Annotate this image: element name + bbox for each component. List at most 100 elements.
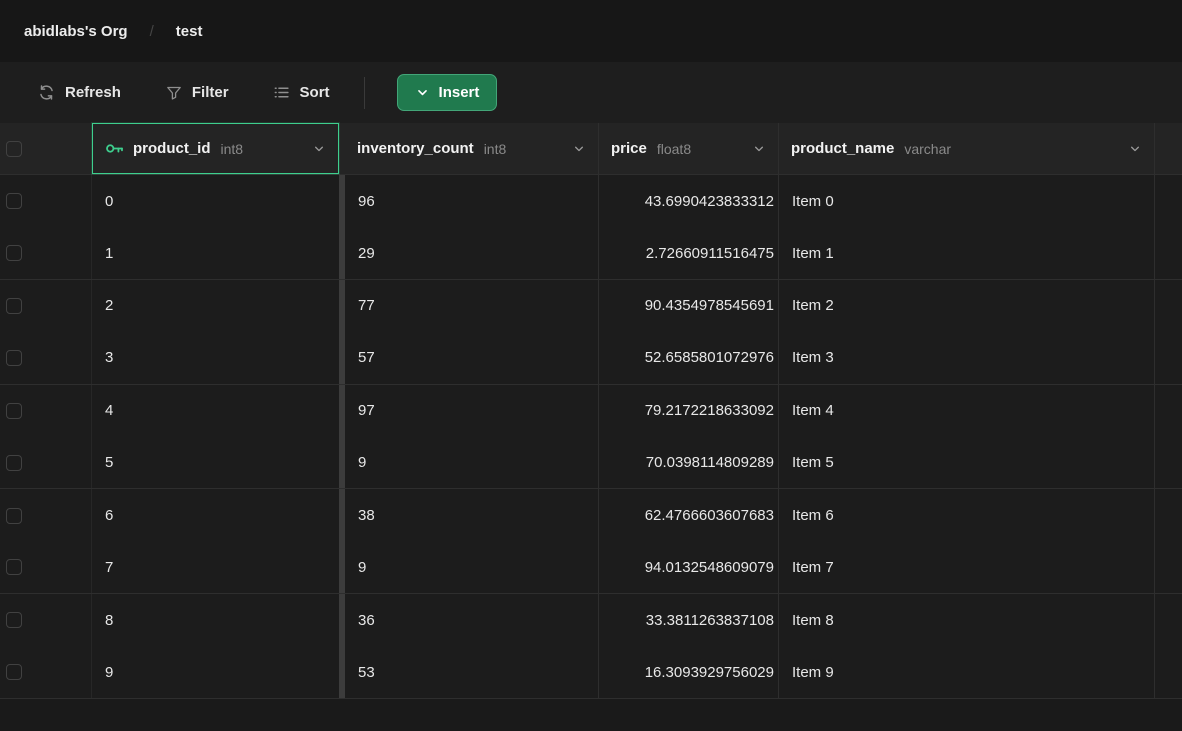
cell-product-id[interactable]: 5: [92, 437, 339, 488]
cell-product-id[interactable]: 3: [92, 332, 339, 383]
row-checkbox[interactable]: [6, 664, 22, 680]
footer-bar: [0, 699, 1182, 731]
column-menu-chevron-icon[interactable]: [312, 142, 326, 156]
cell-product-id[interactable]: 7: [92, 542, 339, 593]
row-select-cell: [0, 227, 92, 278]
cell-product-name[interactable]: Item 4: [779, 385, 1155, 437]
refresh-button[interactable]: Refresh: [38, 84, 121, 101]
cell-inventory-count[interactable]: 9: [345, 542, 599, 593]
cell-price[interactable]: 2.72660911516475: [599, 227, 779, 278]
cell-product-name[interactable]: Item 5: [779, 437, 1155, 488]
select-all-cell: [0, 123, 92, 174]
table-body: 0 96 43.6990423833312 Item 0 1 29 2.7266…: [0, 175, 1182, 699]
row-select-cell: [0, 437, 92, 488]
cell-product-id[interactable]: 0: [92, 175, 339, 227]
cell-inventory-count[interactable]: 96: [345, 175, 599, 227]
cell-price[interactable]: 52.6585801072976: [599, 332, 779, 383]
sort-button[interactable]: Sort: [273, 84, 330, 101]
row-checkbox[interactable]: [6, 403, 22, 419]
cell-product-id[interactable]: 9: [92, 647, 339, 698]
table-row: 0 96 43.6990423833312 Item 0: [0, 175, 1182, 227]
sort-icon: [273, 84, 290, 101]
filter-button[interactable]: Filter: [166, 84, 229, 101]
table-row: 1 29 2.72660911516475 Item 1: [0, 227, 1182, 279]
column-type: float8: [657, 141, 691, 157]
header-filler: [1155, 123, 1182, 174]
cell-inventory-count[interactable]: 29: [345, 227, 599, 278]
primary-key-icon: [105, 139, 124, 158]
refresh-icon: [38, 84, 55, 101]
row-select-cell: [0, 647, 92, 698]
insert-button[interactable]: Insert: [397, 74, 498, 111]
column-menu-chevron-icon[interactable]: [1128, 142, 1142, 156]
cell-inventory-count[interactable]: 9: [345, 437, 599, 488]
table-row: 2 77 90.4354978545691 Item 2: [0, 280, 1182, 332]
cell-product-name[interactable]: Item 7: [779, 542, 1155, 593]
breadcrumb-separator: /: [150, 23, 154, 40]
row-checkbox[interactable]: [6, 455, 22, 471]
filter-icon: [166, 85, 182, 101]
table-row: 7 9 94.0132548609079 Item 7: [0, 542, 1182, 594]
cell-product-name[interactable]: Item 1: [779, 227, 1155, 278]
cell-inventory-count[interactable]: 36: [345, 594, 599, 646]
column-type: int8: [221, 141, 244, 157]
cell-inventory-count[interactable]: 97: [345, 385, 599, 437]
row-checkbox[interactable]: [6, 508, 22, 524]
column-header-price[interactable]: price float8: [599, 123, 779, 174]
column-type: varchar: [904, 141, 951, 157]
cell-product-name[interactable]: Item 0: [779, 175, 1155, 227]
breadcrumb-table[interactable]: test: [176, 23, 203, 40]
cell-product-id[interactable]: 2: [92, 280, 339, 332]
top-bar: abidlabs's Org / test: [0, 0, 1182, 62]
row-select-cell: [0, 280, 92, 332]
cell-price[interactable]: 70.0398114809289: [599, 437, 779, 488]
cell-product-id[interactable]: 4: [92, 385, 339, 437]
chevron-down-icon: [415, 85, 430, 100]
sort-label: Sort: [300, 84, 330, 101]
cell-product-name[interactable]: Item 6: [779, 489, 1155, 541]
cell-product-id[interactable]: 8: [92, 594, 339, 646]
row-checkbox[interactable]: [6, 193, 22, 209]
cell-price[interactable]: 43.6990423833312: [599, 175, 779, 227]
column-menu-chevron-icon[interactable]: [752, 142, 766, 156]
cell-product-id[interactable]: 1: [92, 227, 339, 278]
cell-price[interactable]: 94.0132548609079: [599, 542, 779, 593]
select-all-checkbox[interactable]: [6, 141, 22, 157]
cell-inventory-count[interactable]: 53: [345, 647, 599, 698]
cell-inventory-count[interactable]: 57: [345, 332, 599, 383]
breadcrumb-org[interactable]: abidlabs's Org: [24, 23, 128, 40]
row-select-cell: [0, 489, 92, 541]
row-select-cell: [0, 542, 92, 593]
filter-label: Filter: [192, 84, 229, 101]
row-select-cell: [0, 175, 92, 227]
cell-price[interactable]: 90.4354978545691: [599, 280, 779, 332]
cell-price[interactable]: 16.3093929756029: [599, 647, 779, 698]
row-checkbox[interactable]: [6, 298, 22, 314]
row-checkbox[interactable]: [6, 612, 22, 628]
column-header-product-name[interactable]: product_name varchar: [779, 123, 1155, 174]
column-name: price: [611, 140, 647, 157]
cell-product-name[interactable]: Item 3: [779, 332, 1155, 383]
table-row: 9 53 16.3093929756029 Item 9: [0, 647, 1182, 699]
toolbar-divider: [364, 77, 365, 109]
toolbar: Refresh Filter Sort Insert: [0, 62, 1182, 123]
column-header-inventory-count[interactable]: inventory_count int8: [345, 123, 599, 174]
row-checkbox[interactable]: [6, 245, 22, 261]
row-select-cell: [0, 332, 92, 383]
row-checkbox[interactable]: [6, 559, 22, 575]
cell-product-name[interactable]: Item 2: [779, 280, 1155, 332]
cell-price[interactable]: 62.4766603607683: [599, 489, 779, 541]
cell-price[interactable]: 79.2172218633092: [599, 385, 779, 437]
row-select-cell: [0, 594, 92, 646]
cell-inventory-count[interactable]: 38: [345, 489, 599, 541]
cell-inventory-count[interactable]: 77: [345, 280, 599, 332]
cell-product-name[interactable]: Item 8: [779, 594, 1155, 646]
column-menu-chevron-icon[interactable]: [572, 142, 586, 156]
cell-product-name[interactable]: Item 9: [779, 647, 1155, 698]
refresh-label: Refresh: [65, 84, 121, 101]
cell-product-id[interactable]: 6: [92, 489, 339, 541]
column-header-product-id[interactable]: product_id int8: [92, 123, 339, 174]
column-name: inventory_count: [357, 140, 474, 157]
cell-price[interactable]: 33.3811263837108: [599, 594, 779, 646]
row-checkbox[interactable]: [6, 350, 22, 366]
